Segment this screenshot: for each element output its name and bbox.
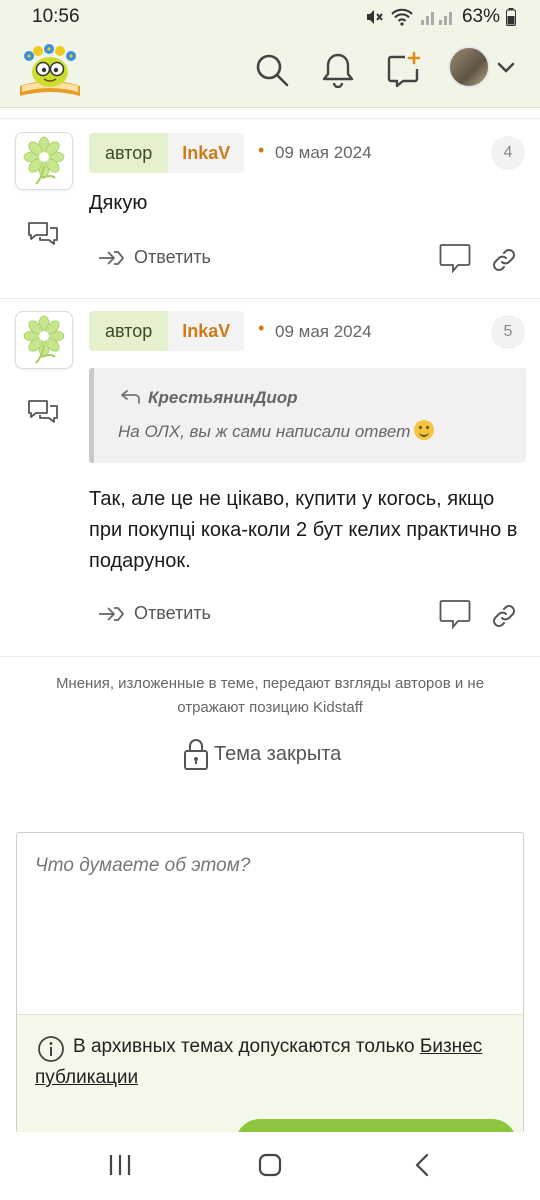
home-icon[interactable]	[257, 1152, 283, 1178]
chevron-down-icon[interactable]	[494, 56, 518, 80]
quote-reply-icon	[121, 390, 140, 404]
reply-button[interactable]: Ответить	[96, 601, 211, 625]
post-number[interactable]: 4	[491, 136, 525, 170]
topic-closed-notice: Тема закрыта	[182, 737, 341, 771]
battery-percent: 63%	[461, 6, 500, 27]
reply-composer: В архивных темах допускаются только Бизн…	[16, 832, 524, 1142]
comment-icon[interactable]	[438, 598, 472, 630]
comment-icon[interactable]	[438, 242, 472, 274]
post-number[interactable]: 5	[491, 315, 525, 349]
smile-emoji-icon	[414, 420, 435, 440]
back-icon[interactable]	[410, 1152, 434, 1178]
quote-author-name: КрестьянинДиор	[148, 388, 298, 407]
post-4: автор InkaV • 09 мая 2024 4 Дякую Ответи…	[0, 118, 540, 299]
separator-dot: •	[258, 140, 265, 160]
kidstaff-logo[interactable]	[16, 42, 84, 100]
conversation-icon[interactable]	[26, 397, 60, 427]
archive-notice-prefix: В архивных темах допускаются только	[73, 1036, 420, 1057]
system-nav-bar	[0, 1132, 540, 1200]
topic-closed-label: Тема закрыта	[214, 742, 342, 765]
reply-icon	[99, 607, 124, 621]
separator-dot: •	[258, 318, 265, 338]
flower-icon	[23, 315, 65, 364]
search-icon[interactable]	[252, 50, 292, 90]
quote-text: На ОЛХ, вы ж сами написали ответ	[118, 420, 435, 442]
reply-button[interactable]: Ответить	[96, 245, 211, 269]
post-body: Дякую	[89, 192, 148, 214]
post-date: 09 мая 2024	[275, 322, 372, 341]
status-time: 10:56	[32, 6, 80, 27]
app-header	[0, 34, 540, 108]
link-icon[interactable]	[490, 602, 518, 630]
status-bar: 10:56 63%	[0, 0, 540, 34]
author-name[interactable]: InkaV	[168, 133, 245, 173]
author-role-badge: автор	[89, 133, 169, 173]
recent-apps-icon[interactable]	[108, 1152, 132, 1178]
reply-label: Ответить	[134, 246, 211, 267]
author-tag[interactable]: автор InkaV	[89, 133, 245, 173]
reply-label: Ответить	[134, 602, 211, 623]
author-tag[interactable]: автор InkaV	[89, 311, 245, 351]
post-body: Так, але це не цікаво, купити у когось, …	[89, 488, 518, 572]
user-avatar[interactable]	[448, 46, 490, 88]
disclaimer-text: Мнения, изложенные в теме, передают взгл…	[55, 675, 485, 716]
link-icon[interactable]	[490, 246, 518, 274]
wifi-icon	[391, 8, 413, 26]
author-role-badge: автор	[89, 311, 169, 351]
lock-icon	[184, 739, 208, 770]
mute-icon	[366, 10, 383, 24]
quote-block[interactable]: КрестьянинДиор На ОЛХ, вы ж сами написал…	[89, 368, 526, 463]
new-message-icon[interactable]	[384, 50, 424, 90]
bell-icon[interactable]	[318, 50, 358, 90]
status-icons: 63%	[364, 6, 516, 28]
author-avatar[interactable]	[15, 311, 73, 369]
conversation-icon[interactable]	[26, 219, 60, 249]
signal-icon	[420, 12, 452, 25]
reply-icon	[99, 251, 124, 265]
archive-notice-text: В архивных темах допускаются только Бизн…	[35, 1031, 511, 1093]
flower-icon	[23, 136, 65, 185]
quote-author[interactable]: КрестьянинДиор	[118, 388, 298, 408]
author-name[interactable]: InkaV	[168, 311, 245, 351]
post-date: 09 мая 2024	[275, 143, 372, 162]
quote-text-content: На ОЛХ, вы ж сами написали ответ	[118, 422, 411, 441]
battery-icon	[506, 8, 516, 26]
reply-textarea[interactable]	[17, 833, 523, 1013]
author-avatar[interactable]	[15, 132, 73, 190]
